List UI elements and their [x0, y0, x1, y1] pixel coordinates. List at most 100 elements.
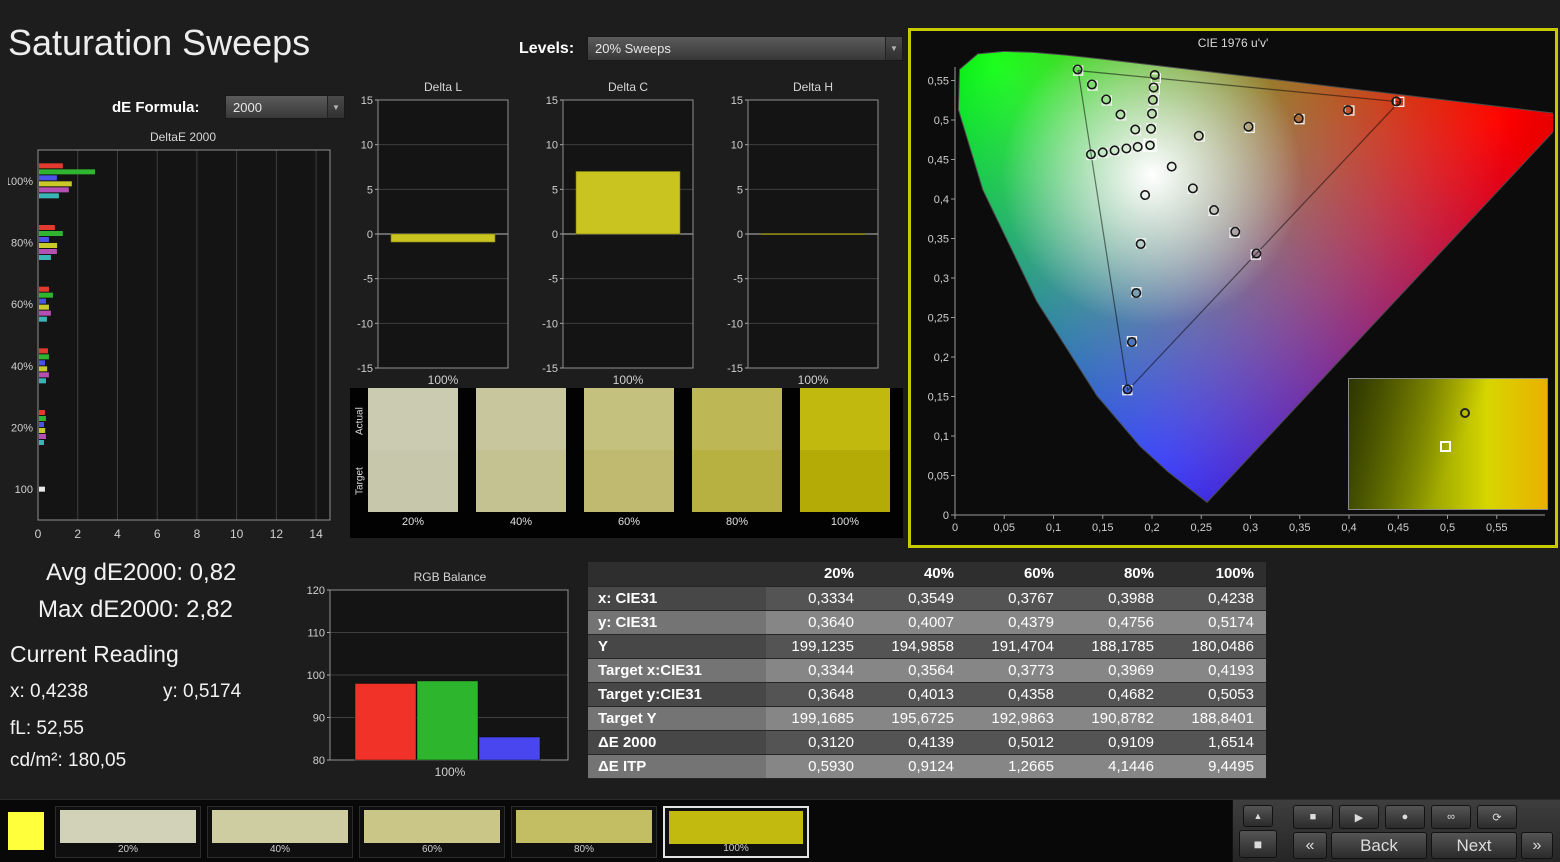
svg-text:0: 0	[35, 527, 42, 541]
svg-text:0,1: 0,1	[934, 431, 949, 443]
table-cell: 0,4007	[866, 610, 966, 634]
current-reading-heading: Current Reading	[10, 641, 179, 668]
rgb-balance-chart: 8090100110120100%	[300, 584, 580, 784]
pattern-window-button[interactable]: ■	[1239, 830, 1277, 858]
play-button[interactable]: ▶	[1339, 805, 1379, 829]
swatch-label: 60%	[584, 516, 674, 528]
table-cell: 180,0486	[1166, 634, 1266, 658]
swatch-actual	[800, 388, 890, 450]
table-cell: 0,5174	[1166, 610, 1266, 634]
svg-text:0,4: 0,4	[1341, 522, 1356, 534]
svg-text:0,05: 0,05	[994, 522, 1015, 534]
table-cell: 0,4358	[966, 682, 1066, 706]
patch-label: 60%	[360, 844, 504, 855]
svg-text:6: 6	[154, 527, 161, 541]
svg-text:100: 100	[307, 670, 325, 682]
levels-dropdown[interactable]: 20% Sweeps ▼	[587, 36, 903, 61]
swatch-100%: 100%	[800, 388, 890, 538]
table-cell: 199,1235	[766, 634, 866, 658]
svg-text:0,3: 0,3	[934, 273, 949, 285]
svg-text:90: 90	[313, 713, 325, 725]
swatch-target	[800, 450, 890, 512]
chevron-down-icon[interactable]: ▼	[327, 96, 344, 118]
app-window: Saturation Sweeps Levels: 20% Sweeps ▼ d…	[0, 0, 1560, 862]
saturation-patch-60%[interactable]: 60%	[359, 806, 505, 858]
table-cell: 0,3334	[766, 586, 866, 610]
patch-color	[669, 811, 803, 844]
swatch-target	[368, 450, 458, 512]
swatch-actual	[368, 388, 458, 450]
de-formula-dropdown[interactable]: 2000 ▼	[225, 95, 345, 119]
saturation-patch-100%[interactable]: 100%	[663, 806, 809, 858]
current-fl: fL: 52,55	[10, 718, 84, 740]
table-cell: 0,4756	[1066, 610, 1166, 634]
swatch-40%: 40%	[476, 388, 566, 538]
svg-text:0,55: 0,55	[928, 76, 949, 88]
svg-text:2: 2	[74, 527, 81, 541]
table-cell: 0,3648	[766, 682, 866, 706]
table-row: ΔE 20000,31200,41390,50120,91091,6514	[588, 730, 1266, 754]
table-cell: 194,9858	[866, 634, 966, 658]
rgb-bar	[417, 681, 478, 760]
next-button[interactable]: Next	[1431, 832, 1517, 859]
de-formula-label: dE Formula:	[112, 99, 200, 116]
svg-text:-15: -15	[357, 363, 373, 375]
back-button[interactable]: Back	[1331, 832, 1427, 859]
table-cell: 0,5053	[1166, 682, 1266, 706]
max-de2000: Max dE2000: 2,82	[38, 596, 233, 624]
table-row: Target x:CIE310,33440,35640,37730,39690,…	[588, 658, 1266, 682]
svg-text:-5: -5	[363, 274, 373, 286]
levels-dropdown-value: 20% Sweeps	[595, 41, 671, 56]
refresh-icon: ⟳	[1492, 811, 1501, 824]
svg-text:15: 15	[361, 95, 373, 107]
table-cell: 0,4139	[866, 730, 966, 754]
record-button[interactable]: ●	[1385, 805, 1425, 829]
deltae-chart-title: DeltaE 2000	[35, 130, 331, 144]
saturation-patch-80%[interactable]: 80%	[511, 806, 657, 858]
next-chevron-button[interactable]: »	[1521, 832, 1553, 859]
swatch-strip: Actual Target 20%40%60%80%100%	[350, 388, 903, 538]
svg-text:-15: -15	[727, 363, 743, 375]
table-row-label: ΔE 2000	[588, 730, 766, 754]
saturation-patch-20%[interactable]: 20%	[55, 806, 201, 858]
svg-text:8: 8	[194, 527, 201, 541]
table-cell: 188,1785	[1066, 634, 1166, 658]
measurement-table-wrap: 20%40%60%80%100%x: CIE310,33340,35490,37…	[588, 562, 1266, 779]
svg-text:-15: -15	[542, 363, 558, 375]
saturation-patch-40%[interactable]: 40%	[207, 806, 353, 858]
table-cell: 0,4682	[1066, 682, 1166, 706]
measurement-table: 20%40%60%80%100%x: CIE310,33340,35490,37…	[588, 562, 1266, 779]
delta-bar	[391, 234, 495, 242]
actual-label: Actual	[352, 392, 368, 450]
table-cell: 0,3549	[866, 586, 966, 610]
table-column-header: 20%	[766, 562, 866, 586]
swatch-80%: 80%	[692, 388, 782, 538]
back-chevron-button[interactable]: «	[1293, 832, 1327, 859]
patch-label: 20%	[56, 844, 200, 855]
bottom-bar: 20% 40% 60% 80%100% ▲ ■ ■ ▶ ● ∞ ⟳ « Back Ne…	[0, 799, 1560, 862]
play-icon: ▶	[1355, 811, 1363, 824]
table-column-header: 100%	[1166, 562, 1266, 586]
table-cell: 0,3988	[1066, 586, 1166, 610]
stop-button[interactable]: ■	[1293, 805, 1333, 829]
table-cell: 0,5012	[966, 730, 1066, 754]
table-cell: 0,3640	[766, 610, 866, 634]
svg-text:100%: 100%	[613, 373, 644, 387]
cie-diagram-panel[interactable]: CIE 1976 u'v' 000,050,050,10,10,150,150,…	[908, 28, 1558, 548]
table-cell: 1,6514	[1166, 730, 1266, 754]
loop-button[interactable]: ∞	[1431, 805, 1471, 829]
table-row-label: Target y:CIE31	[588, 682, 766, 706]
up-arrow-icon: ▲	[1254, 811, 1263, 821]
svg-text:0,45: 0,45	[928, 155, 949, 167]
pattern-up-button[interactable]: ▲	[1243, 805, 1273, 827]
page-title: Saturation Sweeps	[8, 22, 310, 64]
refresh-button[interactable]: ⟳	[1477, 805, 1517, 829]
svg-text:14: 14	[309, 527, 323, 541]
loop-icon: ∞	[1447, 811, 1455, 823]
table-cell: 0,3344	[766, 658, 866, 682]
back-button-label: Back	[1360, 836, 1398, 856]
chevron-down-icon[interactable]: ▼	[885, 37, 902, 60]
levels-label: Levels:	[519, 40, 574, 58]
svg-text:15: 15	[546, 95, 558, 107]
swatch-label: 100%	[800, 516, 890, 528]
